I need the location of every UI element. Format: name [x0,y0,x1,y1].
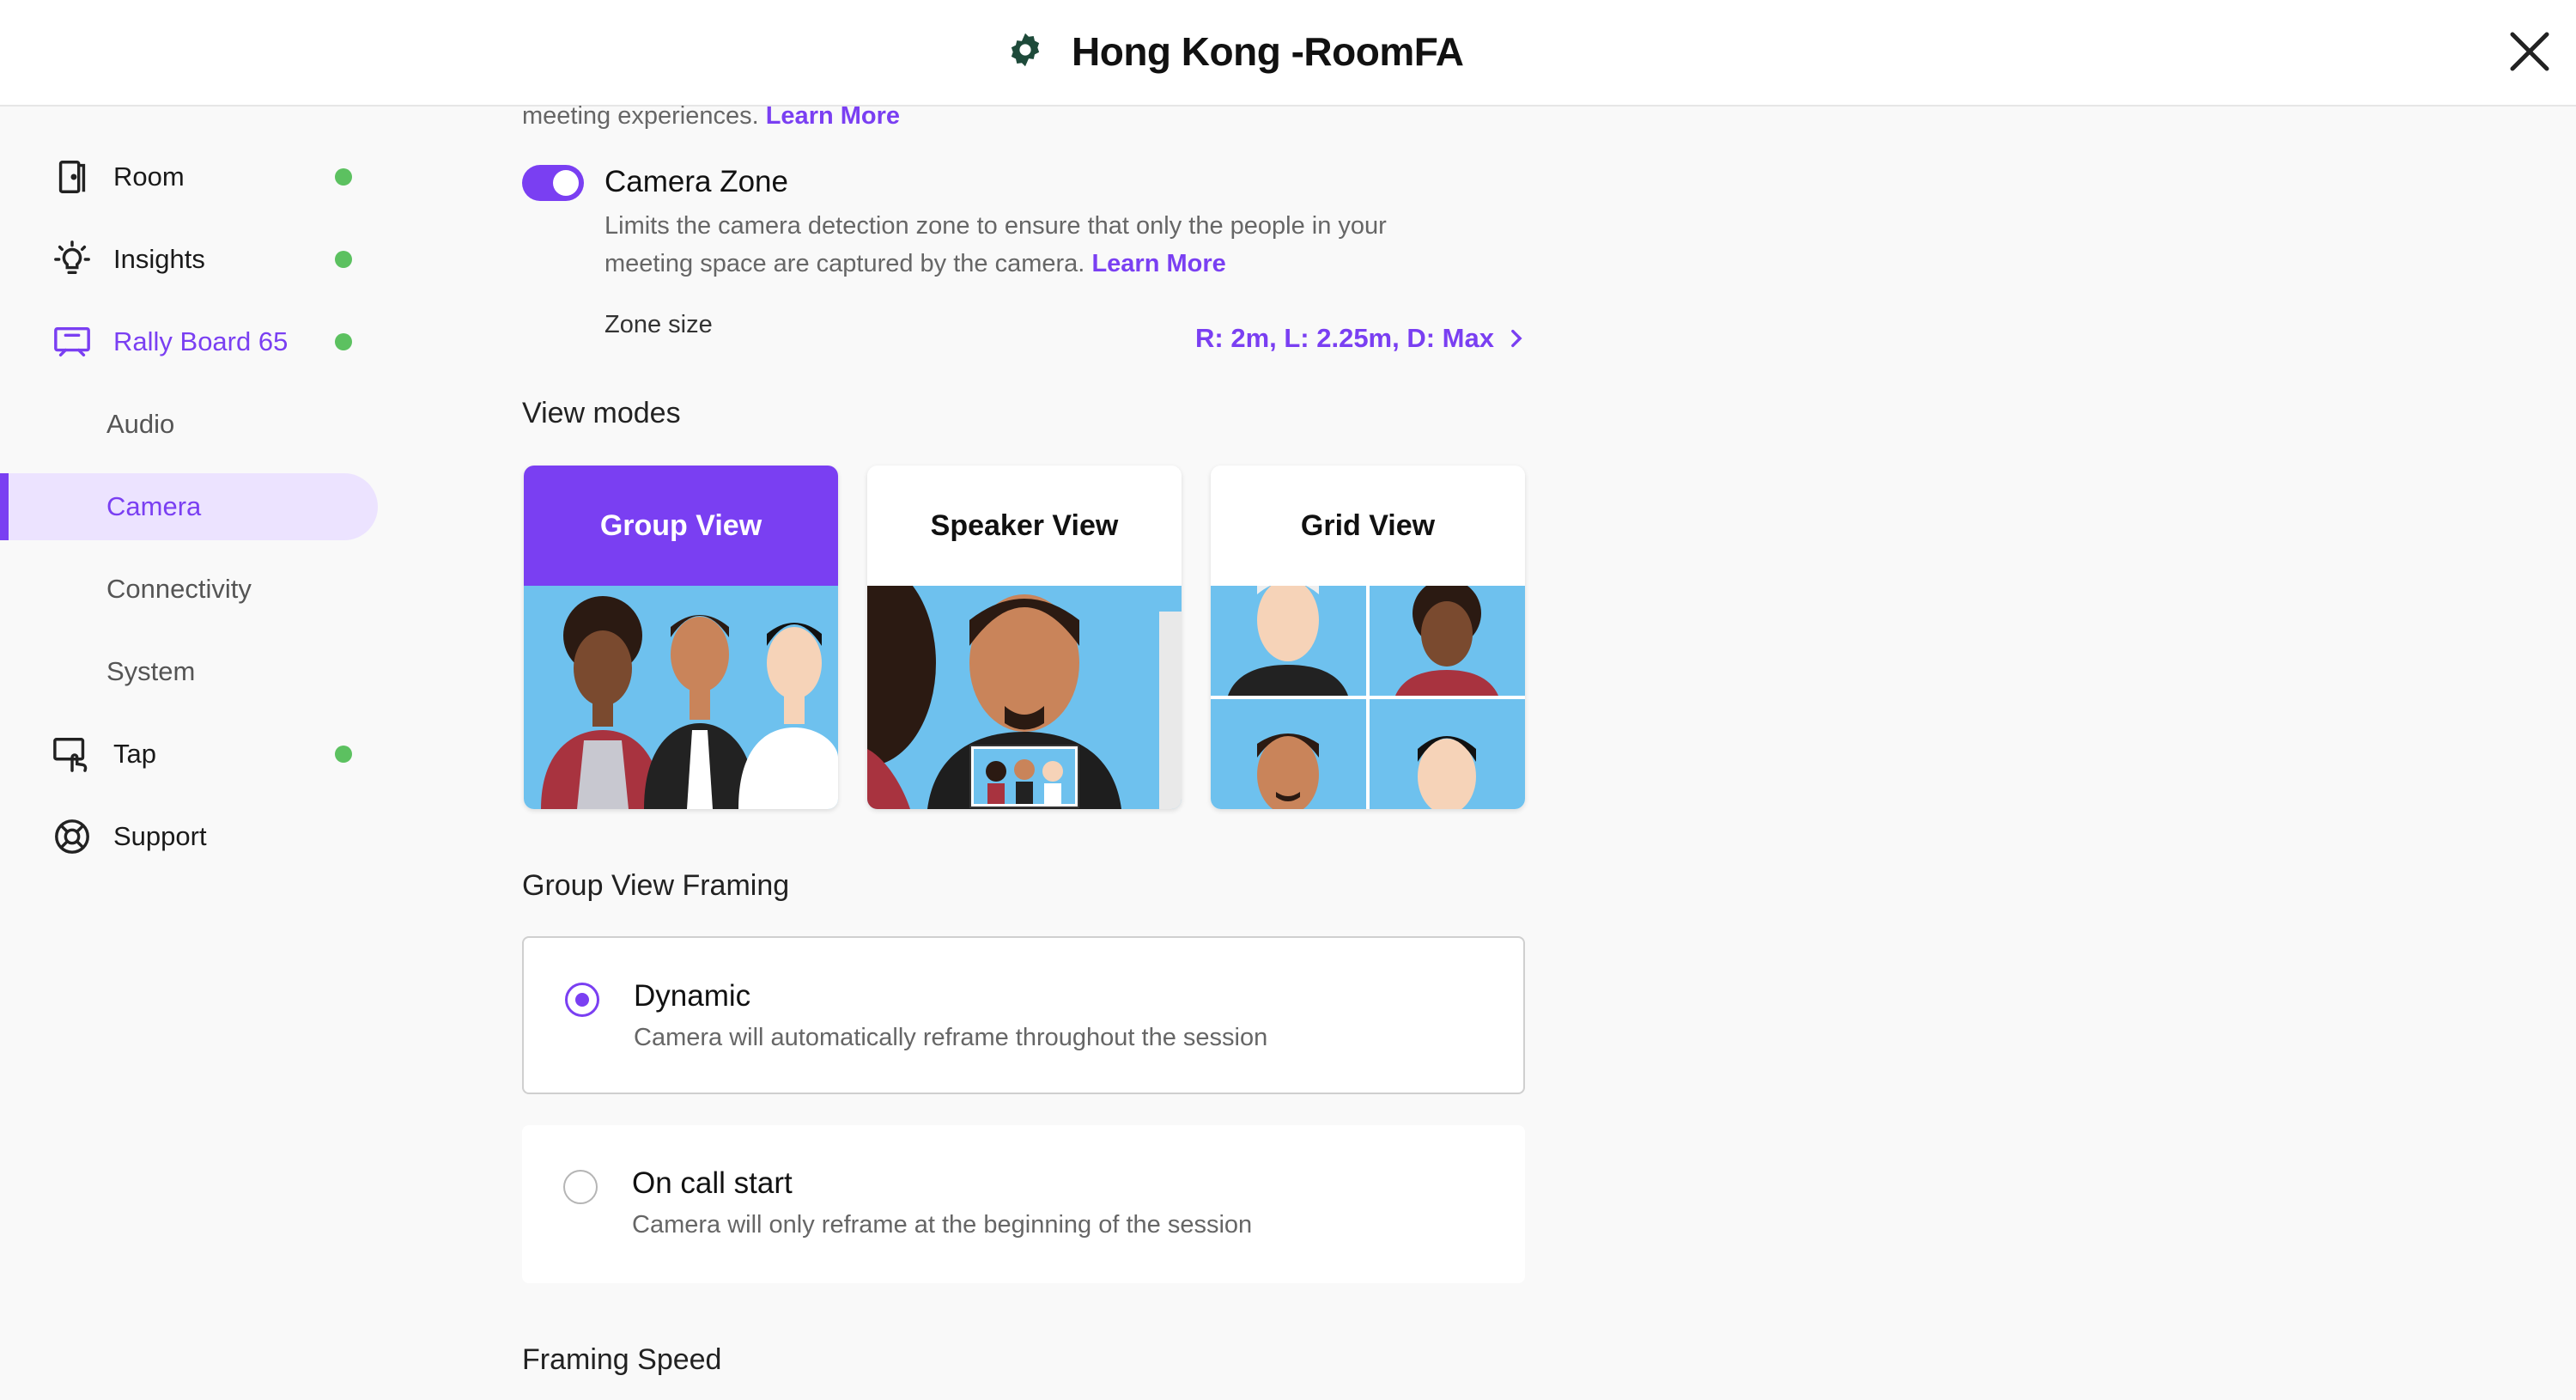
status-dot [335,746,352,763]
zone-size-value-text: R: 2m, L: 2.25m, D: Max [1195,323,1494,353]
camera-zone-desc-line2: meeting space are captured by the camera… [605,250,1085,277]
top-note-text: meeting experiences. [522,102,759,130]
camera-zone-toggle[interactable] [522,165,584,201]
camera-zone-desc-line1: Limits the camera detection zone to ensu… [605,212,1387,240]
lifebuoy-icon [50,814,94,859]
framing-speed-title: Framing Speed [522,1343,722,1376]
view-mode-card-speaker[interactable]: Speaker View [867,466,1182,809]
group-view-framing-title: Group View Framing [522,869,790,902]
framing-option-call-start[interactable]: On call start Camera will only reframe a… [522,1125,1525,1283]
top-bar: Hong Kong -RoomFA [0,0,2576,107]
status-dot [335,168,352,186]
sidebar-subitem-connectivity[interactable]: Connectivity [0,556,378,623]
card-title: Grid View [1211,466,1525,586]
chevron-right-icon [1511,329,1522,348]
lightbulb-icon [50,237,94,282]
touch-tap-icon [50,732,94,776]
radio-button[interactable] [563,1170,598,1204]
radio-button[interactable] [565,983,599,1017]
close-button[interactable] [2504,26,2555,77]
status-dot [335,251,352,268]
sidebar-subitem-label: System [106,656,196,686]
zone-size-label: Zone size [605,311,713,338]
sidebar-item-support[interactable]: Support [0,803,378,870]
sidebar-item-room[interactable]: Room [0,143,378,210]
view-modes-title: View modes [522,397,681,429]
sidebar-item-label: Support [113,821,207,851]
sidebar-item-label: Room [113,161,185,192]
sidebar-subitem-camera[interactable]: Camera [0,473,378,540]
sidebar-subitem-label: Camera [106,491,202,521]
speaker-view-illustration [867,586,1182,809]
room-door-icon [50,155,94,199]
learn-more-link[interactable]: Learn More [1091,250,1225,277]
camera-zone-description: Limits the camera detection zone to ensu… [605,207,1463,283]
status-dot [335,333,352,350]
framing-option-dynamic[interactable]: Dynamic Camera will automatically refram… [522,936,1525,1094]
sidebar-item-label: Rally Board 65 [113,326,289,356]
gear-icon [1006,31,1044,73]
framing-option-title: On call start [632,1166,793,1200]
view-mode-card-group[interactable]: Group View [524,466,838,809]
card-title: Speaker View [867,466,1182,586]
framing-option-desc: Camera will only reframe at the beginnin… [632,1211,1253,1239]
card-title: Group View [524,466,838,586]
sidebar-item-insights[interactable]: Insights [0,226,378,293]
sidebar-item-label: Tap [113,739,156,769]
group-view-illustration [524,586,838,809]
room-title: Hong Kong -RoomFA [1072,29,1464,74]
title-wrap: Hong Kong -RoomFA [1006,24,1464,79]
sidebar-item-label: Insights [113,244,205,274]
sidebar: Room Insights Rally Board 65 Audio Camer… [0,107,395,1400]
framing-option-title: Dynamic [634,979,751,1013]
grid-view-illustration [1211,586,1525,809]
top-note: meeting experiences. Learn More [522,101,900,131]
sidebar-item-rally-board[interactable]: Rally Board 65 [0,308,378,375]
close-icon [2510,32,2549,71]
sidebar-subitem-label: Connectivity [106,574,252,604]
framing-option-desc: Camera will automatically reframe throug… [634,1024,1268,1051]
camera-zone-title: Camera Zone [605,165,788,198]
display-board-icon [50,320,94,364]
sidebar-subitem-system[interactable]: System [0,638,378,705]
sidebar-subitem-label: Audio [106,409,175,439]
sidebar-item-tap[interactable]: Tap [0,721,378,788]
learn-more-link[interactable]: Learn More [766,102,900,130]
zone-size-value[interactable]: R: 2m, L: 2.25m, D: Max [1195,321,1528,356]
sidebar-subitem-audio[interactable]: Audio [0,391,378,458]
view-mode-card-grid[interactable]: Grid View [1211,466,1525,809]
